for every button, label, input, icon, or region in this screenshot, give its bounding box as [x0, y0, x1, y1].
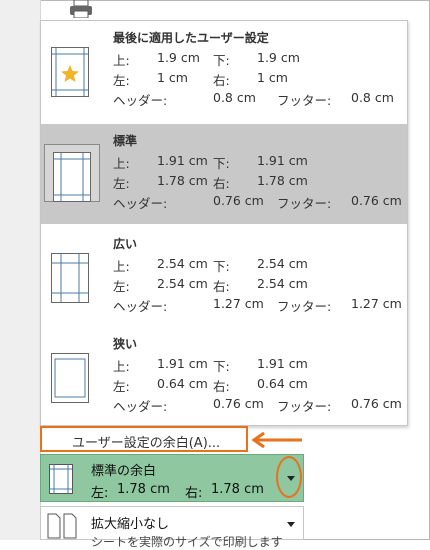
printer-icon[interactable] — [66, 0, 96, 18]
scaling-setting-button[interactable]: 拡大縮小なし シートを実際のサイズで印刷します — [40, 506, 304, 549]
scaling-subtitle: シートを実際のサイズで印刷します — [91, 535, 283, 549]
scaling-title: 拡大縮小なし — [91, 517, 170, 532]
custom-margins-label: ユーザー設定の余白(A)... — [72, 436, 221, 451]
page-margins-icon — [51, 353, 89, 403]
custom-margins-menu-item[interactable]: ユーザー設定の余白(A)... — [40, 426, 248, 452]
page-margins-icon — [49, 464, 73, 494]
margin-option-normal[interactable]: 標準 上: 1.91 cm 下: 1.91 cm 左: 1.78 cm 右: 1… — [41, 124, 407, 224]
option-title: 標準 — [113, 134, 138, 148]
margin-option-wide[interactable]: 広い 上: 2.54 cm 下: 2.54 cm 左: 2.54 cm 右: 2… — [41, 227, 407, 327]
page-scale-icon — [47, 513, 77, 539]
left-pane — [0, 0, 41, 540]
chevron-down-icon[interactable] — [283, 517, 299, 531]
dropdown-callout-oval — [276, 456, 302, 498]
margins-dropdown: 最後に適用したユーザー設定 上: 1.9 cm 下: 1.9 cm 左: 1 c… — [40, 20, 408, 426]
margin-option-narrow[interactable]: 狭い 上: 1.91 cm 下: 1.91 cm 左: 0.64 cm 右: 0… — [41, 327, 407, 425]
option-title: 最後に適用したユーザー設定 — [113, 31, 269, 45]
option-title: 狭い — [113, 337, 138, 351]
option-title: 広い — [113, 237, 138, 251]
margin-option-last-custom[interactable]: 最後に適用したユーザー設定 上: 1.9 cm 下: 1.9 cm 左: 1 c… — [41, 21, 407, 121]
margin-setting-title: 標準の余白 — [91, 464, 157, 479]
page-margins-icon — [51, 253, 89, 303]
margin-setting-button[interactable]: 標準の余白 左: 1.78 cm 右: 1.78 cm — [40, 454, 304, 502]
page-margins-icon — [53, 152, 91, 202]
page-margins-icon — [51, 47, 89, 97]
arrow-left-icon — [251, 431, 302, 449]
